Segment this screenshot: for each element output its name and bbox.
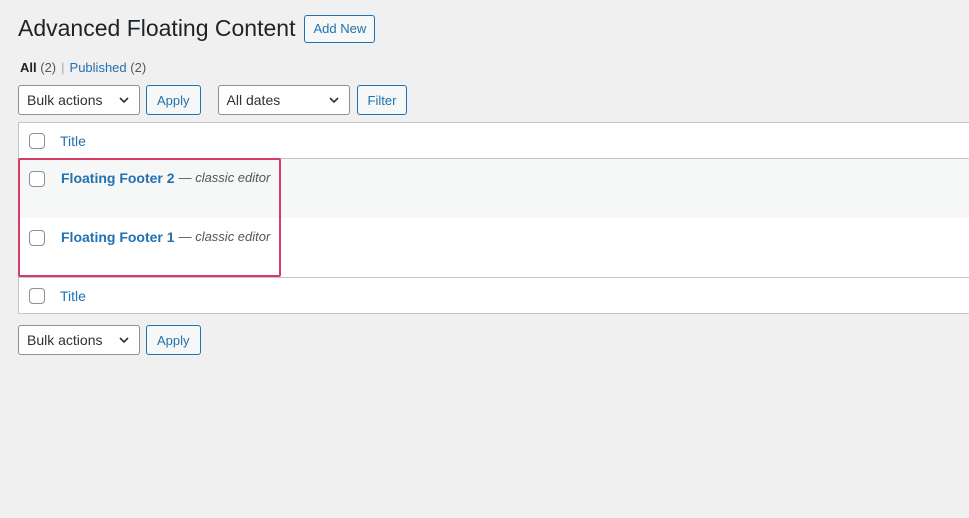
chevron-down-icon [328, 97, 339, 104]
row-post-state: — classic editor [178, 229, 271, 244]
add-new-button[interactable]: Add New [304, 14, 376, 43]
row-checkbox[interactable] [29, 230, 45, 246]
table-header: Title [19, 123, 969, 159]
bulk-actions-select[interactable]: Bulk actions [18, 85, 140, 115]
column-title-sort-footer[interactable]: Title [60, 288, 86, 304]
filter-button[interactable]: Filter [356, 85, 408, 115]
post-status-views: All (2) | Published (2) [20, 60, 146, 75]
bulk-actions-value-bottom: Bulk actions [27, 332, 103, 348]
view-published-link[interactable]: Published (2) [70, 60, 147, 75]
select-all-checkbox-footer[interactable] [29, 287, 45, 304]
tablenav-bottom: Bulk actions Apply [18, 325, 201, 355]
view-all-count: (2) [40, 60, 57, 75]
select-all-checkbox[interactable] [29, 132, 45, 149]
bulk-actions-value: Bulk actions [27, 92, 103, 108]
dates-filter-value: All dates [226, 92, 281, 108]
table-row: Floating Footer 2 — classic editor [19, 159, 969, 218]
column-title-sort[interactable]: Title [60, 133, 86, 149]
apply-button-bottom[interactable]: Apply [146, 325, 201, 355]
table-row: Floating Footer 1 — classic editor [19, 218, 969, 277]
page-title: Advanced Floating Content [18, 15, 296, 41]
view-all-link[interactable]: All (2) [20, 60, 56, 75]
page-header: Advanced Floating Content Add New [18, 14, 376, 43]
view-separator: | [61, 60, 65, 75]
dates-filter-select[interactable]: All dates [217, 85, 350, 115]
row-title-link[interactable]: Floating Footer 2 [61, 170, 175, 186]
view-published-count: (2) [130, 60, 147, 75]
chevron-down-icon [119, 97, 129, 104]
row-post-state: — classic editor [178, 170, 271, 185]
bulk-actions-select-bottom[interactable]: Bulk actions [18, 325, 140, 355]
table-footer: Title [19, 277, 969, 313]
row-title-link[interactable]: Floating Footer 1 [61, 229, 175, 245]
chevron-down-icon [119, 337, 129, 344]
apply-button[interactable]: Apply [146, 85, 201, 115]
row-checkbox[interactable] [29, 171, 45, 187]
posts-table: Title Floating Footer 2 — classic editor… [18, 122, 969, 314]
tablenav-top: Bulk actions Apply All dates Filter [18, 85, 408, 115]
